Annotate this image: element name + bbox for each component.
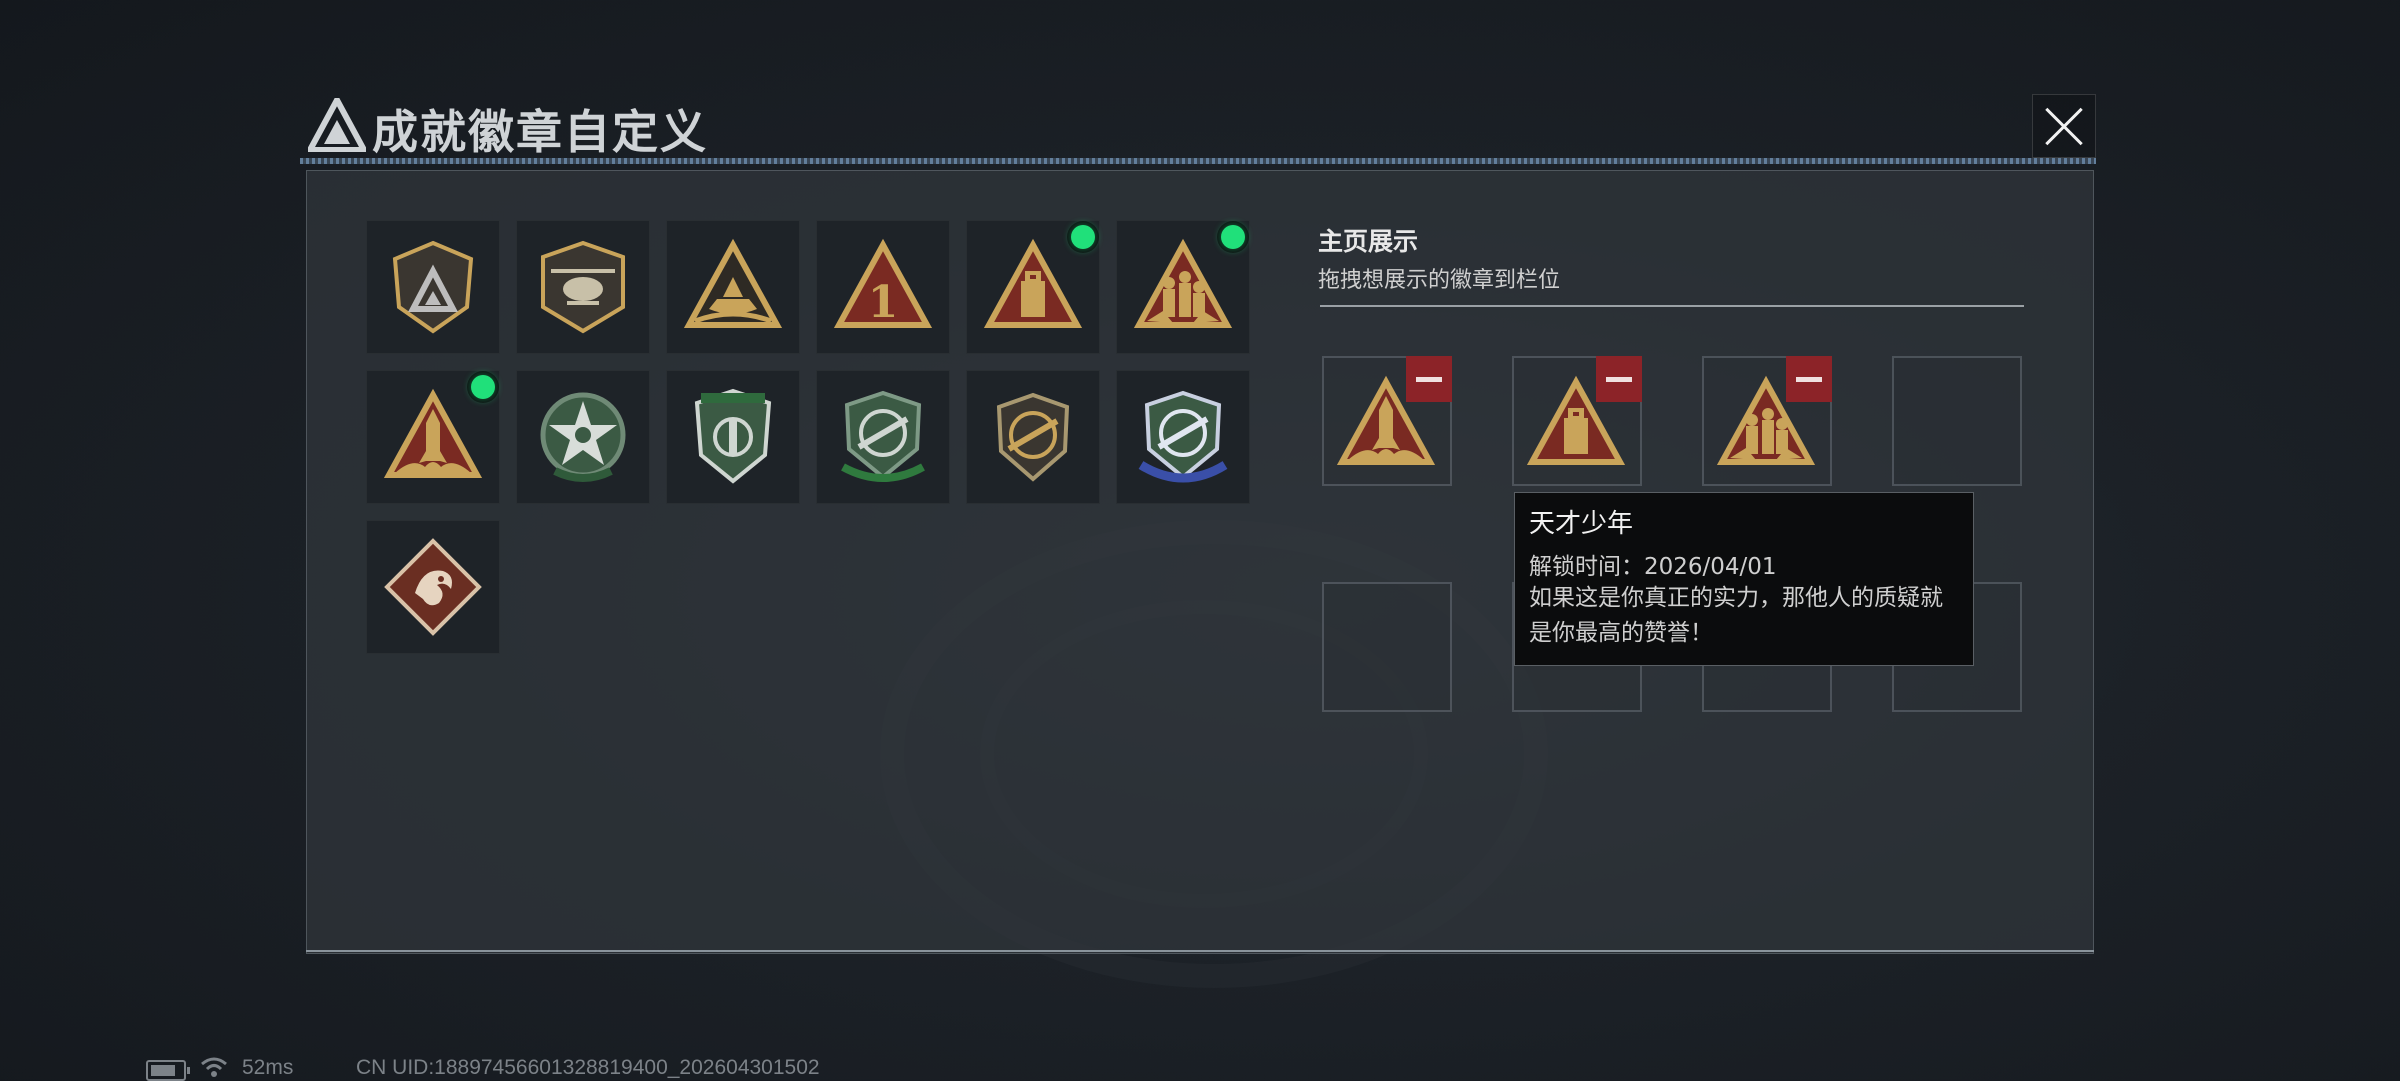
battery-icon xyxy=(146,1060,190,1081)
uid-text: CN UID:18897456601328819400_202604301502 xyxy=(356,1056,820,1079)
svg-text:1: 1 xyxy=(868,277,899,328)
remove-badge-button[interactable] xyxy=(1596,356,1642,402)
header: 成就徽章自定义 xyxy=(296,92,2096,162)
tooltip-unlock-time: 解锁时间：2026/04/01 xyxy=(1529,554,1777,580)
equipped-indicator xyxy=(1071,225,1095,249)
display-slot[interactable] xyxy=(1322,356,1452,486)
game-logo-icon xyxy=(308,98,366,152)
display-subtitle: 拖拽想展示的徽章到栏位 xyxy=(1318,268,1561,293)
dragon-diamond-badge-icon xyxy=(384,538,482,636)
helicopter-badge-icon xyxy=(541,240,625,334)
wifi-icon xyxy=(201,1057,227,1077)
page-title: 成就徽章自定义 xyxy=(372,105,708,159)
tooltip-description: 如果这是你真正的实力，那他人的质疑就是你最高的赞誉！ xyxy=(1529,585,1943,646)
remove-badge-button[interactable] xyxy=(1786,356,1832,402)
number-one-triangle-badge-icon: 1 xyxy=(833,238,933,328)
panel-bottom-border xyxy=(306,950,2094,952)
blue-crosshair-rifle-badge-icon xyxy=(1138,390,1228,483)
display-divider xyxy=(1320,305,2024,307)
badge-cell[interactable] xyxy=(366,520,500,654)
shield-logo-badge-icon xyxy=(392,240,474,334)
badge-cell[interactable] xyxy=(516,370,650,504)
badge-cell[interactable] xyxy=(1116,220,1250,354)
badge-cell[interactable] xyxy=(966,220,1100,354)
tooltip-badge-name: 天才少年 xyxy=(1529,509,1634,539)
badge-cell[interactable]: 1 xyxy=(816,220,950,354)
equipped-indicator xyxy=(1221,225,1245,249)
badge-cell[interactable] xyxy=(516,220,650,354)
badge-cell[interactable] xyxy=(816,370,950,504)
badge-cell[interactable] xyxy=(366,220,500,354)
rocket-triangle-badge-icon xyxy=(383,388,483,478)
badge-cell[interactable] xyxy=(1116,370,1250,504)
empty-display-slot[interactable] xyxy=(1322,582,1452,712)
equipped-indicator xyxy=(471,375,495,399)
remove-badge-button[interactable] xyxy=(1406,356,1452,402)
green-shield-badge-icon xyxy=(694,388,772,484)
title-divider xyxy=(300,158,2096,164)
ship-triangle-badge-icon xyxy=(683,238,783,328)
close-button[interactable] xyxy=(2032,94,2096,158)
badge-cell[interactable] xyxy=(366,370,500,504)
green-star-badge-icon xyxy=(540,392,626,482)
badge-cell[interactable] xyxy=(966,370,1100,504)
display-slot[interactable] xyxy=(1702,356,1832,486)
tower-triangle-badge-icon xyxy=(983,238,1083,328)
latency-text: 52ms xyxy=(242,1056,294,1079)
badge-cell[interactable] xyxy=(666,370,800,504)
green-crosshair-rifle-badge-icon xyxy=(841,390,925,482)
empty-display-slot[interactable] xyxy=(1892,356,2022,486)
display-title: 主页展示 xyxy=(1318,227,1419,256)
badge-tooltip: 天才少年 解锁时间：2026/04/01 如果这是你真正的实力，那他人的质疑就是… xyxy=(1514,492,1974,666)
display-slot[interactable] xyxy=(1512,356,1642,486)
gold-crosshair-rifle-badge-icon xyxy=(996,392,1070,482)
badge-cell[interactable] xyxy=(666,220,800,354)
soldiers-triangle-badge-icon xyxy=(1133,238,1233,328)
